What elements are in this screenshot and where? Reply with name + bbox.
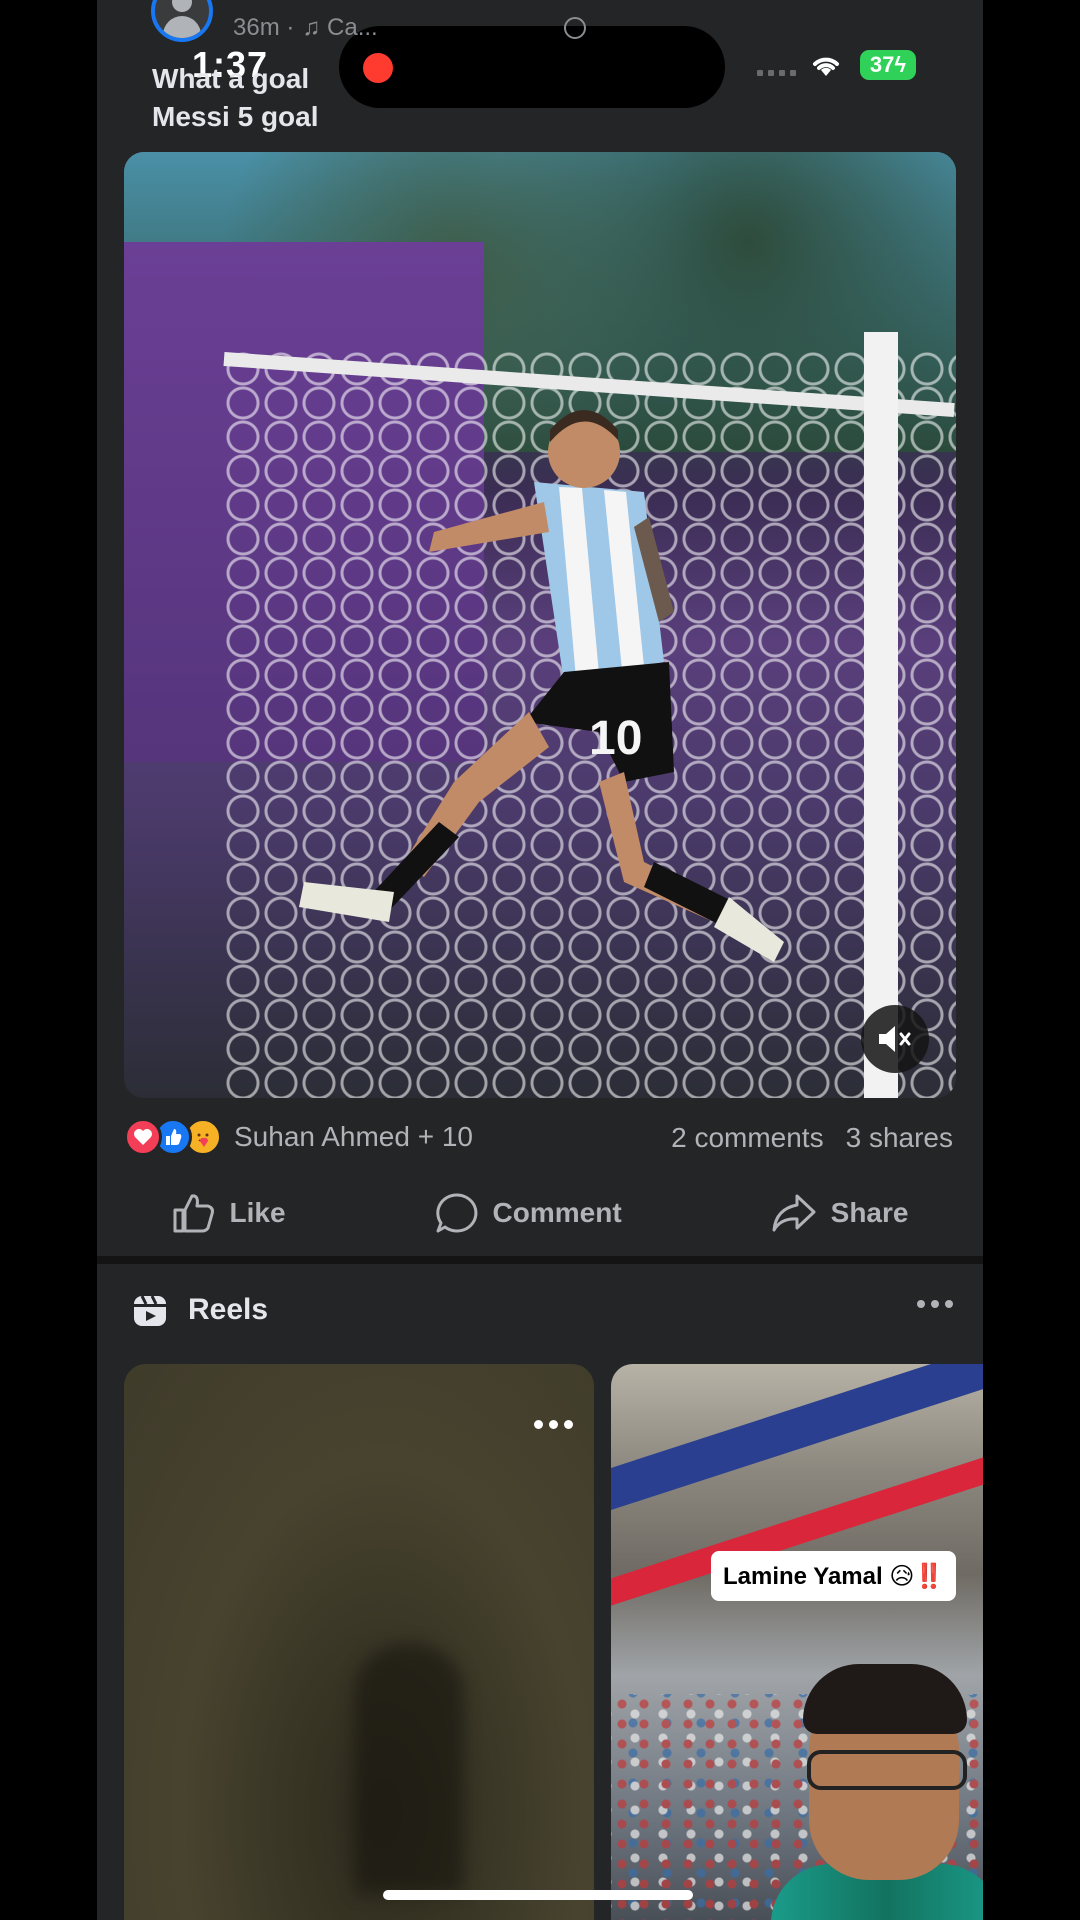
- wifi-icon: [811, 54, 841, 83]
- section-divider: [97, 1256, 983, 1264]
- comments-count[interactable]: 2 comments: [671, 1122, 824, 1154]
- share-arrow-icon: [772, 1194, 816, 1232]
- charging-bolt-icon: ϟ: [894, 52, 907, 77]
- reel-creator-glasses: [807, 1750, 967, 1790]
- reels-icon: [134, 1295, 166, 1326]
- post-meta: 36m · ♫ Ca...: [233, 14, 586, 42]
- reels-more-options-icon[interactable]: [917, 1300, 953, 1308]
- globe-icon: [563, 17, 586, 39]
- battery-indicator: 37 ϟ: [860, 50, 916, 80]
- reel-card[interactable]: Lamine Yamal 😥‼️: [611, 1364, 983, 1920]
- battery-level: 37: [869, 52, 895, 77]
- share-button[interactable]: Share: [771, 1193, 909, 1233]
- post-video[interactable]: 10: [124, 152, 956, 1098]
- recording-indicator-icon: [363, 53, 393, 83]
- love-reaction-icon: [124, 1118, 162, 1156]
- engagement-counts: 2 comments 3 shares: [671, 1122, 953, 1154]
- thumbs-up-icon: [173, 1194, 214, 1233]
- reel-subject: [354, 1644, 464, 1894]
- share-label: Share: [830, 1197, 909, 1228]
- comment-label: Comment: [492, 1197, 622, 1228]
- post-time: 36m ·: [233, 14, 295, 41]
- caption-line-2: Messi 5 goal: [152, 101, 319, 132]
- post-action-bar: Like Comment Share: [97, 1180, 983, 1246]
- post-caption: What a goal Messi 5 goal: [152, 60, 319, 136]
- speaker-muted-icon: [879, 1026, 911, 1052]
- author-avatar[interactable]: [151, 0, 213, 42]
- home-indicator[interactable]: [383, 1890, 693, 1900]
- shares-count[interactable]: 3 shares: [846, 1122, 953, 1154]
- mute-toggle-button[interactable]: [861, 1005, 929, 1073]
- reel-overlay-text: Lamine Yamal 😥‼️: [711, 1551, 957, 1601]
- football-player: 10: [299, 410, 784, 962]
- like-label: Like: [229, 1197, 286, 1228]
- like-button[interactable]: Like: [172, 1192, 286, 1234]
- reels-title: Reels: [188, 1293, 269, 1326]
- comment-bubble-icon: [435, 1193, 477, 1233]
- comment-button[interactable]: Comment: [435, 1192, 622, 1234]
- facebook-feed: 1:37 37 ϟ 36m · ♫ Ca... What a goal Messi…: [97, 0, 983, 1920]
- reel-creator-hair: [803, 1664, 967, 1734]
- caption-line-1: What a goal: [152, 63, 310, 94]
- music-label[interactable]: ♫ Ca...: [302, 14, 377, 42]
- reactions-summary[interactable]: Suhan Ahmed + 10: [124, 1118, 473, 1156]
- reels-header: Reels: [132, 1292, 268, 1328]
- svg-text:10: 10: [589, 712, 642, 765]
- cellular-signal-icon: [757, 70, 796, 76]
- reel-card[interactable]: [124, 1364, 594, 1920]
- reel-options-icon[interactable]: [534, 1420, 573, 1429]
- reactions-names: Suhan Ahmed + 10: [234, 1121, 473, 1152]
